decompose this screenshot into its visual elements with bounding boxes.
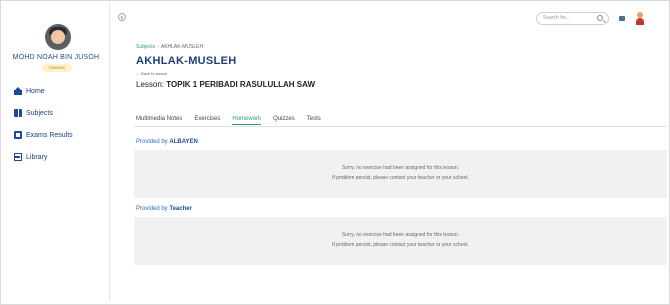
- lesson-tabs: Multimedia Notes Exercises Homework Quiz…: [136, 113, 333, 125]
- avatar[interactable]: [45, 24, 71, 50]
- sidebar-item-label: Exams Results: [26, 131, 73, 139]
- sidebar: MOHD NOAH BIN JUSOH TRAINEE Home Subject…: [2, 2, 110, 301]
- empty-state-panel: Sorry, no exercise had been assigned for…: [134, 217, 667, 265]
- sidebar-item-label: Subjects: [26, 109, 53, 117]
- empty-hint: If problem persist, please contact your …: [332, 175, 469, 181]
- tab-exercises[interactable]: Exercises: [194, 113, 220, 125]
- lesson-prefix: Lesson:: [136, 80, 165, 89]
- page-title: AKHLAK-MUSLEH: [136, 55, 237, 67]
- breadcrumb-current: AKHLAK-MUSLEH: [160, 44, 204, 50]
- provider-name: Teacher: [169, 206, 192, 212]
- sidebar-item-exams-results[interactable]: Exams Results: [14, 129, 73, 141]
- provider-heading: Provided by ALBAYEN: [136, 139, 198, 145]
- message-icon[interactable]: [619, 16, 625, 21]
- lesson-name: TOPIK 1 PERIBADI RASULULLAH SAW: [166, 80, 316, 89]
- search-input[interactable]: Search for...: [536, 12, 609, 25]
- user-name: MOHD NOAH BIN JUSOH: [12, 54, 100, 61]
- library-icon: [14, 153, 22, 161]
- sidebar-item-subjects[interactable]: Subjects: [14, 107, 53, 119]
- tabs-divider: [134, 126, 667, 127]
- user-menu-icon[interactable]: [635, 12, 645, 26]
- empty-message: Sorry, no exercise had been assigned for…: [341, 165, 460, 171]
- sidebar-item-library[interactable]: Library: [14, 151, 47, 163]
- empty-message: Sorry, no exercise had been assigned for…: [341, 232, 460, 238]
- breadcrumb-separator: ›: [157, 44, 159, 50]
- empty-state-panel: Sorry, no exercise had been assigned for…: [134, 150, 667, 198]
- results-icon: [14, 131, 22, 139]
- tab-quizzes[interactable]: Quizzes: [273, 113, 295, 125]
- provider-prefix: Provided by: [136, 206, 168, 212]
- home-icon: [14, 87, 22, 95]
- provider-name: ALBAYEN: [169, 139, 198, 145]
- back-link-label: Back to lesson: [141, 71, 168, 76]
- search-placeholder: Search for...: [543, 15, 570, 21]
- sidebar-item-label: Home: [26, 87, 45, 95]
- tab-multimedia-notes[interactable]: Multimedia Notes: [136, 113, 182, 125]
- back-to-lesson-link[interactable]: ← Back to lesson: [136, 71, 167, 76]
- avatar-face: [51, 30, 65, 44]
- breadcrumb-subjects[interactable]: Subjects: [136, 44, 155, 50]
- tab-homework[interactable]: Homework: [232, 113, 262, 125]
- lesson-title: Lesson: TOPIK 1 PERIBADI RASULULLAH SAW: [136, 80, 315, 89]
- tab-tests[interactable]: Tests: [307, 113, 321, 125]
- search-icon[interactable]: [597, 15, 603, 21]
- book-icon: [14, 109, 22, 117]
- breadcrumb: Subjects › AKHLAK-MUSLEH: [136, 44, 203, 50]
- provider-prefix: Provided by: [136, 139, 168, 145]
- sidebar-item-home[interactable]: Home: [14, 85, 45, 97]
- empty-hint: If problem persist, please contact your …: [332, 242, 469, 248]
- role-badge: TRAINEE: [42, 64, 72, 72]
- sidebar-item-label: Library: [26, 153, 48, 161]
- provider-heading: Provided by Teacher: [136, 206, 192, 212]
- user-menu-body: [636, 18, 644, 25]
- collapse-sidebar-icon[interactable]: [118, 13, 126, 21]
- topbar: Search for...: [110, 2, 668, 32]
